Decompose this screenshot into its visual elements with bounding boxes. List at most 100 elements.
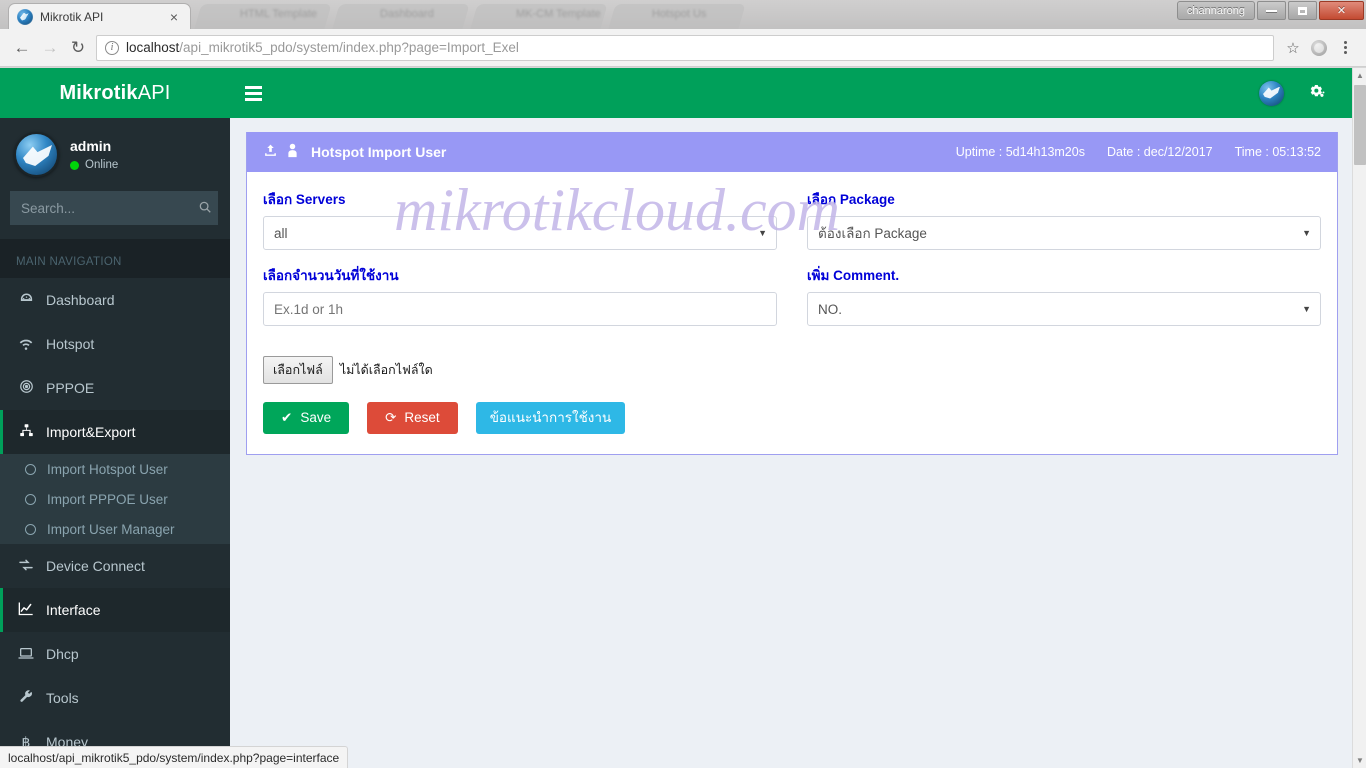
background-tab-2-label: Dashboard: [380, 8, 434, 20]
app-header: Mikrotik API: [0, 68, 1352, 118]
choose-file-button[interactable]: เลือกไฟล์: [263, 356, 333, 384]
sidebar-user-panel[interactable]: admin Online: [0, 118, 230, 191]
check-icon: ✔: [281, 410, 293, 425]
sidebar-item-label: PPPOE: [46, 380, 95, 396]
content-area: Hotspot Import User Uptime : 5d14h13m20s…: [230, 118, 1352, 768]
reset-button[interactable]: ⟳ Reset: [367, 402, 458, 434]
package-select-wrap: ต้องเลือก Package ▼: [807, 216, 1321, 250]
mikrotik-logo-icon: [17, 8, 33, 25]
brand-light: API: [137, 81, 171, 104]
browser-toolbar: ← → ↻ i localhost/api_mikrotik5_pdo/syst…: [0, 29, 1366, 67]
box-title: Hotspot Import User: [311, 144, 447, 160]
url-text: localhost/api_mikrotik5_pdo/system/index…: [126, 40, 519, 55]
reload-icon[interactable]: ↻: [64, 34, 92, 62]
minimize-button[interactable]: [1257, 1, 1286, 20]
close-icon[interactable]: ×: [166, 9, 182, 25]
box-body: mikrotikcloud.com เลือก Servers all ▼ เล…: [247, 172, 1337, 454]
sidebar-item-import-export[interactable]: Import&Export: [0, 410, 230, 454]
servers-select-wrap: all ▼: [263, 216, 777, 250]
form-column-right: เลือก Package ต้องเลือก Package ▼ เพิ่ม …: [807, 188, 1321, 340]
background-tab-4-label: Hotspot Us: [652, 8, 707, 20]
address-bar[interactable]: i localhost/api_mikrotik5_pdo/system/ind…: [96, 34, 1274, 61]
form-grid: เลือก Servers all ▼ เลือกจำนวนวันที่ใช้ง…: [263, 188, 1321, 340]
background-tab-3-label: MK-CM Template: [516, 8, 601, 20]
online-status-dot: [70, 160, 79, 170]
sidebar-item-pppoe[interactable]: PPPOE: [0, 366, 230, 410]
refresh-icon: ⟳: [385, 410, 397, 425]
exchange-icon: [17, 558, 35, 575]
sidebar-item-label: Device Connect: [46, 558, 145, 574]
sidebar-item-dhcp[interactable]: Dhcp: [0, 632, 230, 676]
browser-tab-active[interactable]: Mikrotik API ×: [8, 3, 191, 29]
sidebar-item-label: Dashboard: [46, 292, 115, 308]
forward-icon[interactable]: →: [36, 34, 64, 62]
save-button[interactable]: ✔ Save: [263, 402, 350, 434]
save-button-label: Save: [300, 410, 332, 425]
sidebar-subitem-label: Import Hotspot User: [47, 461, 168, 477]
sidebar-subitem-import-user-manager[interactable]: Import User Manager: [0, 514, 230, 544]
brand-bold: Mikrotik: [59, 81, 138, 104]
kebab-menu-icon[interactable]: [1332, 35, 1358, 61]
package-select[interactable]: ต้องเลือก Package: [807, 216, 1321, 250]
status-bar-link-preview: localhost/api_mikrotik5_pdo/system/index…: [0, 746, 349, 768]
search-input[interactable]: [21, 200, 198, 216]
sidebar-item-tools[interactable]: Tools: [0, 676, 230, 720]
back-icon[interactable]: ←: [8, 34, 36, 62]
comment-select[interactable]: NO.: [807, 292, 1321, 326]
action-buttons-row: ✔ Save ⟳ Reset ข้อแนะนำการใช้งาน: [263, 402, 1321, 434]
hamburger-menu-icon[interactable]: [230, 68, 276, 118]
app-logo[interactable]: Mikrotik API: [0, 68, 230, 118]
url-host: localhost: [126, 40, 180, 55]
sidebar-item-label: Tools: [46, 690, 79, 706]
sidebar: admin Online MAIN NAVIGATION Dashboard: [0, 118, 230, 768]
days-input[interactable]: [263, 292, 777, 326]
reset-button-label: Reset: [404, 410, 440, 425]
form-group-days: เลือกจำนวนวันที่ใช้งาน: [263, 264, 777, 326]
form-group-package: เลือก Package ต้องเลือก Package ▼: [807, 188, 1321, 250]
mikrotik-ball-icon[interactable]: [1259, 80, 1284, 106]
window-controls: channarong ✕: [1176, 1, 1364, 20]
window-user-button[interactable]: channarong: [1176, 1, 1255, 20]
close-window-button[interactable]: ✕: [1319, 1, 1364, 20]
scroll-down-arrow-icon[interactable]: ▼: [1353, 753, 1366, 768]
sidebar-item-device-connect[interactable]: Device Connect: [0, 544, 230, 588]
navbar-right-actions: [1259, 80, 1352, 106]
form-column-left: เลือก Servers all ▼ เลือกจำนวนวันที่ใช้ง…: [263, 188, 777, 340]
site-info-icon[interactable]: i: [105, 40, 119, 55]
sidebar-item-interface[interactable]: Interface: [0, 588, 230, 632]
search-icon[interactable]: [198, 200, 212, 217]
laptop-icon: [17, 646, 35, 663]
sidebar-subitem-import-pppoe-user[interactable]: Import PPPOE User: [0, 484, 230, 514]
scroll-up-arrow-icon[interactable]: ▲: [1353, 68, 1366, 83]
circle-o-icon: [25, 463, 36, 475]
help-button[interactable]: ข้อแนะนำการใช้งาน: [475, 402, 626, 434]
browser-tab-strip: HTML Template Dashboard MK-CM Template H…: [0, 0, 1366, 29]
sitemap-icon: [17, 423, 35, 441]
sidebar-submenu-import-export: Import Hotspot User Import PPPOE User Im…: [0, 454, 230, 544]
sidebar-item-hotspot[interactable]: Hotspot: [0, 322, 230, 366]
page-scrollbar[interactable]: ▲ ▼: [1352, 68, 1366, 768]
sidebar-subitem-import-hotspot-user[interactable]: Import Hotspot User: [0, 454, 230, 484]
dashboard-icon: [17, 291, 35, 309]
sidebar-search-box[interactable]: [10, 191, 218, 225]
comment-select-wrap: NO. ▼: [807, 292, 1321, 326]
uptime-label: Uptime : 5d14h13m20s: [955, 145, 1085, 159]
minimize-icon: [1266, 9, 1277, 12]
scrollbar-thumb[interactable]: [1354, 85, 1366, 165]
circle-o-icon: [25, 523, 36, 535]
circle-o-icon: [25, 493, 36, 505]
sidebar-item-label: Import&Export: [46, 424, 136, 440]
sidebar-item-dashboard[interactable]: Dashboard: [0, 278, 230, 322]
sidebar-user-status-label: Online: [85, 159, 119, 171]
account-avatar-icon[interactable]: [1306, 35, 1332, 61]
time-label: Time : 05:13:52: [1234, 145, 1321, 159]
comment-label: เพิ่ม Comment.: [807, 268, 900, 283]
gears-settings-icon[interactable]: [1308, 83, 1326, 104]
servers-select[interactable]: all: [263, 216, 777, 250]
sidebar-search-wrap: [0, 191, 230, 225]
sidebar-item-label: Hotspot: [46, 336, 95, 352]
sidebar-item-label: Dhcp: [46, 646, 79, 662]
restore-button[interactable]: [1288, 1, 1317, 20]
mikrotik-avatar-icon: [14, 132, 59, 177]
bookmark-star-icon[interactable]: ☆: [1280, 35, 1306, 61]
